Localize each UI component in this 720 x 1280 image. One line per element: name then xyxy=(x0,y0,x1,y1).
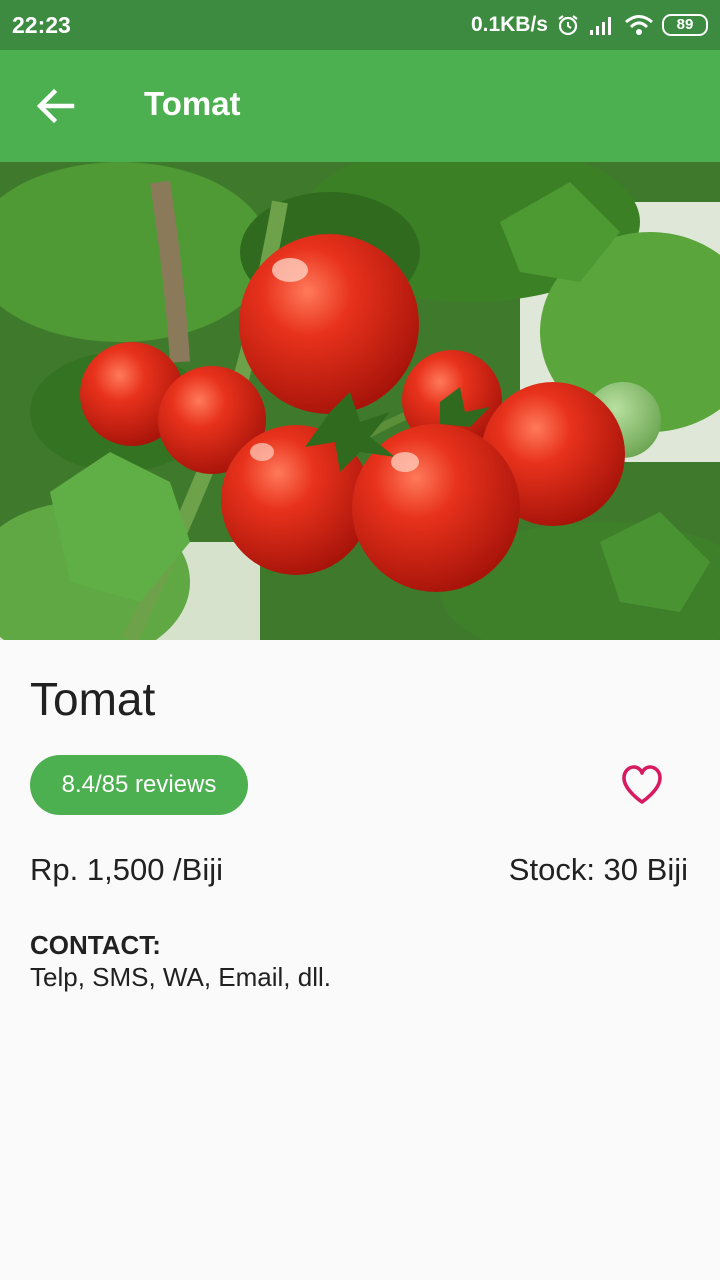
status-time: 22:23 xyxy=(12,12,71,38)
product-stock: Stock: 30 Biji xyxy=(508,852,688,887)
reviews-chip[interactable]: 8.4/85 reviews xyxy=(30,755,248,815)
tomato-photo xyxy=(0,162,720,640)
alarm-icon xyxy=(558,15,578,36)
page-title: Tomat xyxy=(144,85,241,122)
network-speed: 0.1KB/s xyxy=(470,13,548,36)
heart-outline-icon xyxy=(622,765,662,804)
arrow-back-icon xyxy=(36,88,75,124)
favorite-button[interactable] xyxy=(612,756,672,816)
product-name: Tomat xyxy=(30,673,156,725)
app-bar: Tomat xyxy=(0,50,720,162)
status-bar: 22:23 0.1KB/s 89 xyxy=(0,0,720,50)
contact-text: Telp, SMS, WA, Email, dll. xyxy=(30,962,331,992)
wifi-icon xyxy=(625,15,653,35)
battery-icon: 89 xyxy=(662,14,708,36)
contact-heading: CONTACT: xyxy=(30,930,161,960)
status-icons: 0.1KB/s 89 xyxy=(471,10,708,40)
battery-level: 89 xyxy=(676,16,694,33)
product-image xyxy=(0,162,720,640)
product-price: Rp. 1,500 /Biji xyxy=(30,852,223,887)
back-button[interactable] xyxy=(24,74,88,138)
signal-icon xyxy=(590,17,611,35)
